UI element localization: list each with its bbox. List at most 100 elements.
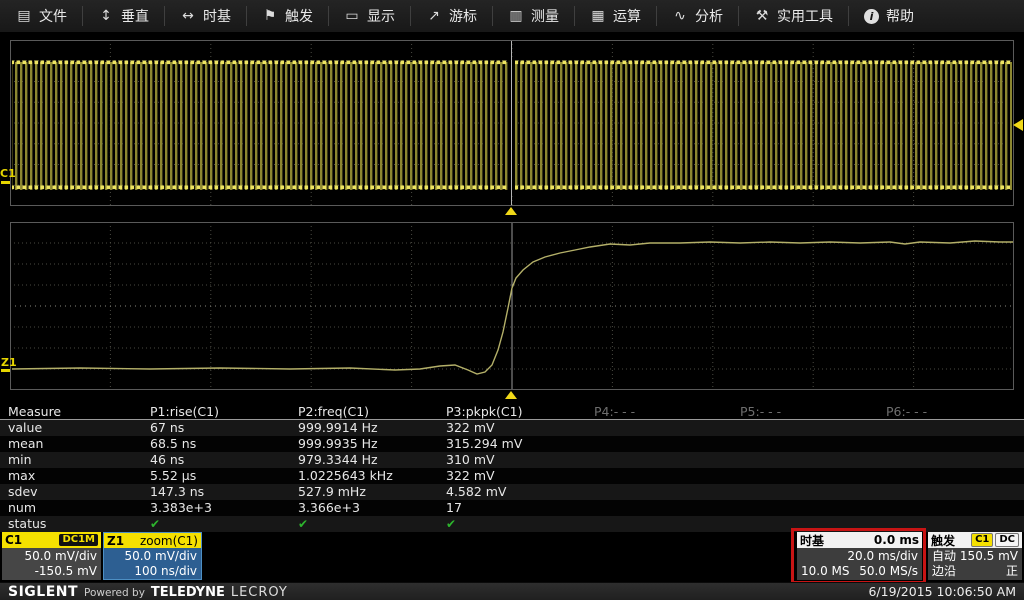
trigger-slope: 正: [1006, 564, 1018, 579]
measure-row-label: num: [8, 500, 36, 516]
measure-table-rows: value67 ns999.9914 Hz322 mVmean68.5 ns99…: [0, 420, 1024, 532]
menu-item-timebase[interactable]: ↔ 时基: [174, 0, 237, 33]
display-icon: ▭: [344, 8, 360, 24]
measure-cell: 67 ns: [150, 420, 184, 436]
teledyne-logo: TELEDYNE: [151, 585, 225, 600]
oscilloscope-screen: ▤ 文件 ↕垂直 ↔ 时基 ⚑触发 ▭显示 ↗ 游标 ▥ 测量 ▦运算 ∿ 分析 ⚒ 实用工具 i帮助: [0, 0, 1024, 600]
menu-separator: [656, 6, 657, 26]
measure-cell: 315.294 mV: [446, 436, 522, 452]
timebase-sample-rate: 50.0 MS/s: [859, 564, 918, 579]
z1-source: zoom(C1): [140, 534, 198, 548]
zoom-waveform-grid[interactable]: [10, 222, 1014, 390]
measure-header-cell: P4:- - -: [594, 404, 635, 420]
menu-item-cursors[interactable]: ↗ 游标: [420, 0, 483, 33]
timebase-scale: 20.0 ms/div: [801, 549, 918, 564]
cursors-icon: ↗: [426, 8, 442, 24]
menu-item-utility[interactable]: ⚒ 实用工具: [748, 0, 839, 33]
measure-cell: 3.366e+3: [298, 500, 360, 516]
measure-cell: 527.9 mHz: [298, 484, 366, 500]
menu-item-label: 测量: [531, 6, 559, 26]
menu-item-label: 时基: [203, 6, 231, 26]
menu-separator: [164, 6, 165, 26]
c1-offset: -150.5 mV: [6, 564, 97, 579]
timebase-delay: 0.0 ms: [874, 533, 919, 547]
menu-item-help[interactable]: i帮助: [858, 0, 920, 33]
zoom-position-marker-bottom[interactable]: [505, 391, 517, 399]
menu-item-label: 帮助: [886, 6, 914, 26]
measure-row-label: sdev: [8, 484, 38, 500]
measure-cell: 5.52 µs: [150, 468, 196, 484]
c1-square-wave: [10, 40, 1014, 206]
file-icon: ▤: [16, 8, 32, 24]
measure-header-cell: P2:freq(C1): [298, 404, 369, 420]
timebase-descriptor-box[interactable]: 时基 0.0 ms 20.0 ms/div 10.0 MS 50.0 MS/s: [797, 532, 922, 580]
utility-icon: ⚒: [754, 8, 770, 24]
measure-header-cell: P3:pkpk(C1): [446, 404, 522, 420]
z1-rising-edge-trace: [10, 222, 1014, 390]
trigger-mode: 自动: [932, 549, 956, 564]
trigger-source-badge: C1: [971, 533, 993, 547]
status-check-icon: ✔: [446, 516, 456, 532]
measure-row-min: min46 ns979.3344 Hz310 mV: [0, 452, 1024, 468]
analysis-icon: ∿: [672, 8, 688, 24]
datetime-display: 6/19/2015 10:06:50 AM: [868, 584, 1016, 599]
measure-header-cell: P1:rise(C1): [150, 404, 219, 420]
channel-c1-label: C1: [0, 167, 16, 180]
c1-ground-marker[interactable]: [1, 181, 10, 184]
measure-cell: 1.0225643 kHz: [298, 468, 393, 484]
menu-separator: [848, 6, 849, 26]
menu-item-label: 文件: [39, 6, 67, 26]
menu-separator: [738, 6, 739, 26]
measure-row-status: status✔✔✔: [0, 516, 1024, 532]
c1-descriptor-box[interactable]: C1 DC1M 50.0 mV/div -150.5 mV: [2, 532, 101, 580]
measure-header-cell: P5:- - -: [740, 404, 781, 420]
menu-item-file[interactable]: ▤ 文件: [10, 0, 73, 33]
timebase-samples: 10.0 MS: [801, 564, 850, 579]
z1-ground-marker[interactable]: [1, 369, 10, 372]
measure-row-label: value: [8, 420, 42, 436]
menu-item-math[interactable]: ▦运算: [584, 0, 647, 33]
trigger-level-marker[interactable]: [1013, 119, 1023, 131]
menu-separator: [410, 6, 411, 26]
z1-name: Z1: [107, 534, 124, 548]
c1-coupling-badge: DC1M: [59, 534, 98, 546]
z1-descriptor-box[interactable]: Z1 zoom(C1) 50.0 mV/div 100 ns/div: [103, 532, 202, 580]
measure-table: MeasureP1:rise(C1)P2:freq(C1)P3:pkpk(C1)…: [0, 404, 1024, 532]
menu-item-label: 游标: [449, 6, 477, 26]
trigger-label: 触发: [931, 532, 955, 549]
measure-icon: ▥: [508, 8, 524, 24]
measure-row-mean: mean68.5 ns999.9935 Hz315.294 mV: [0, 436, 1024, 452]
measure-row-label: max: [8, 468, 35, 484]
menu-separator: [574, 6, 575, 26]
menu-item-trigger[interactable]: ⚑触发: [256, 0, 319, 33]
channel-waveform-grid[interactable]: [10, 40, 1014, 206]
math-icon: ▦: [590, 8, 606, 24]
measure-row-label: mean: [8, 436, 43, 452]
zoom-position-marker-top[interactable]: [505, 207, 517, 215]
measure-cell: 46 ns: [150, 452, 184, 468]
siglent-logo: SIGLENT: [8, 584, 78, 600]
c1-name: C1: [5, 533, 22, 547]
zoom-z1-label: Z1: [1, 356, 17, 369]
measure-header-cell: P6:- - -: [886, 404, 927, 420]
menu-item-measure[interactable]: ▥ 测量: [502, 0, 565, 33]
status-check-icon: ✔: [150, 516, 160, 532]
menu-item-vertical[interactable]: ↕垂直: [92, 0, 155, 33]
menu-item-label: 分析: [695, 6, 723, 26]
timebase-icon: ↔: [180, 8, 196, 24]
measure-cell: 68.5 ns: [150, 436, 196, 452]
trigger-level: 150.5 mV: [960, 549, 1018, 564]
menu-item-analysis[interactable]: ∿ 分析: [666, 0, 729, 33]
measure-cell: 322 mV: [446, 468, 495, 484]
menu-item-label: 触发: [285, 6, 313, 26]
lecroy-logo: LECROY: [231, 585, 288, 600]
menu-separator: [492, 6, 493, 26]
trigger-descriptor-box[interactable]: 触发 C1 DC 自动 150.5 mV 边沿 正: [928, 532, 1022, 580]
measure-cell: 3.383e+3: [150, 500, 212, 516]
menu-item-label: 实用工具: [777, 6, 833, 26]
measure-cell: 322 mV: [446, 420, 495, 436]
statusbar: SIGLENT Powered by TELEDYNE LECROY 6/19/…: [0, 582, 1024, 600]
powered-by-text: Powered by: [84, 587, 145, 599]
measure-cell: 999.9914 Hz: [298, 420, 378, 436]
menu-item-display[interactable]: ▭显示: [338, 0, 401, 33]
